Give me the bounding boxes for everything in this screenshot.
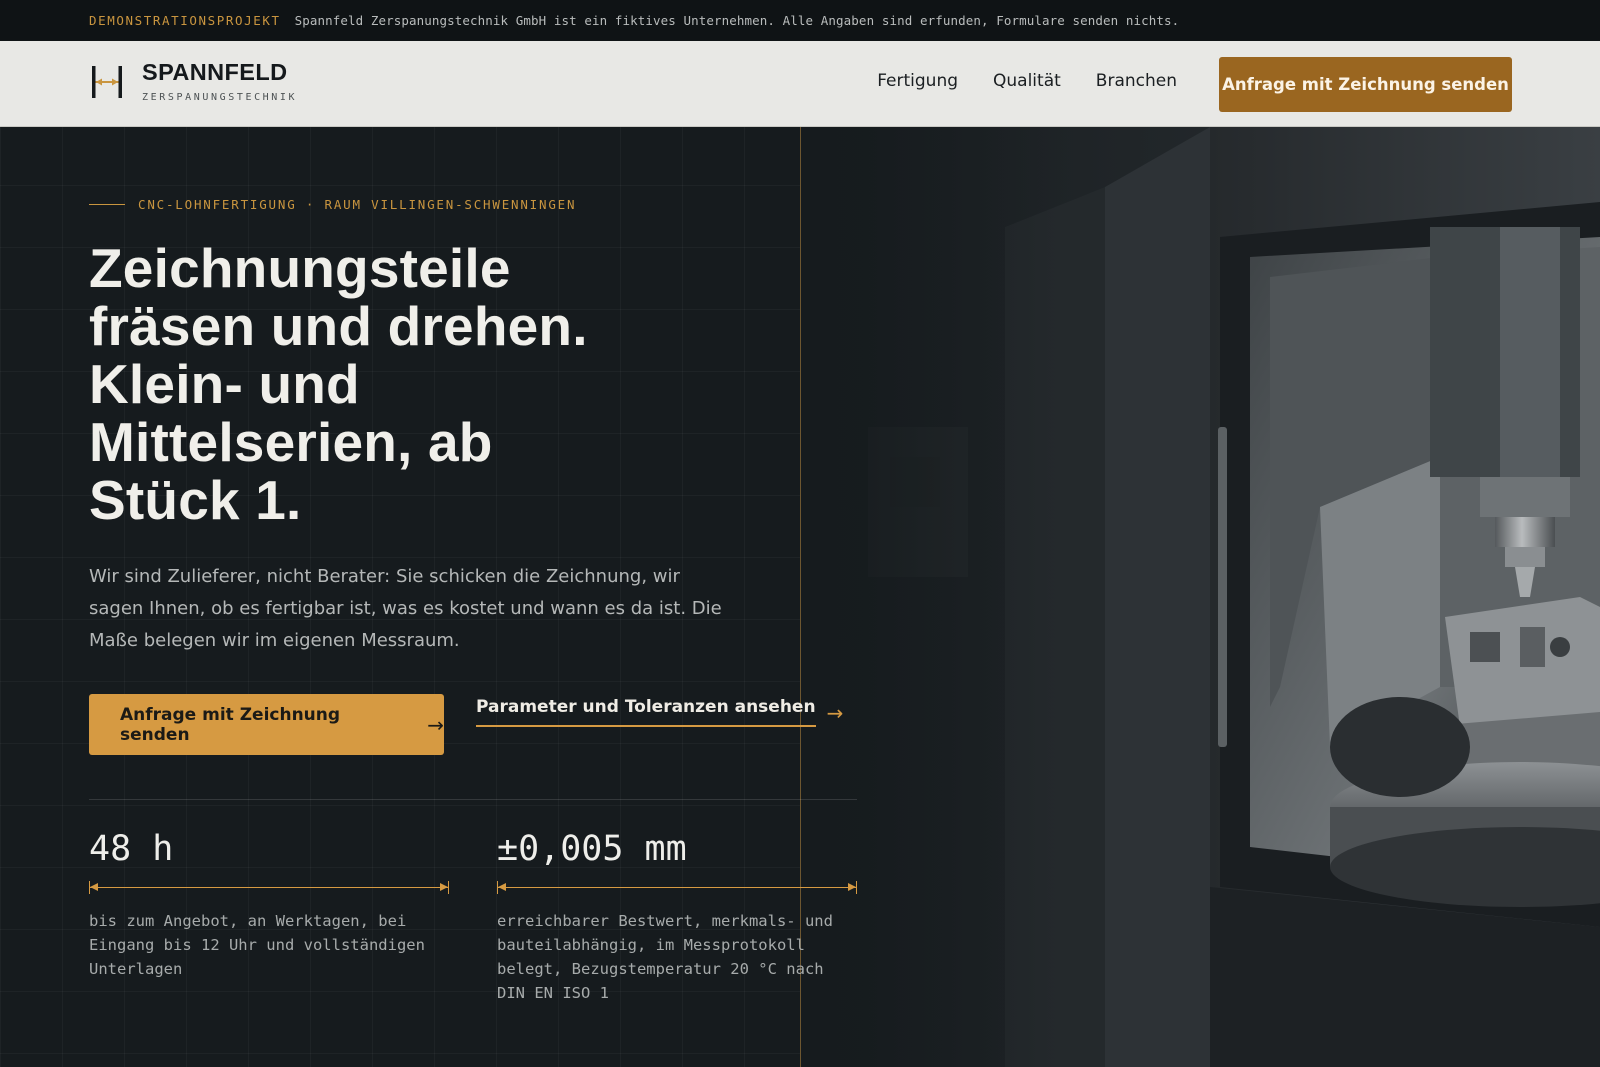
brand-subtitle: ZERSPANUNGSTECHNIK [142,91,298,103]
logo-clamp-icon [89,62,125,102]
cnc-machine-image [800,127,1600,1067]
parameters-link-label: Parameter und Toleranzen ansehen [476,697,816,727]
hero-request-button[interactable]: Anfrage mit Zeichnung senden → [89,694,444,755]
stat-lead-time: 48 h bis zum Angebot, an Werktagen, bei … [89,832,449,981]
nav-item-fertigung[interactable]: Fertigung [877,71,958,91]
stat-value: ±0,005 mm [497,829,687,869]
parameters-link[interactable]: Parameter und Toleranzen ansehen → [476,697,843,727]
stat-tolerance: ±0,005 mm erreichbarer Bestwert, merkmal… [497,832,857,1005]
hero-intro: Wir sind Zulieferer, nicht Berater: Sie … [89,566,722,651]
header-request-button[interactable]: Anfrage mit Zeichnung senden [1219,57,1512,112]
main-nav: Fertigung Qualität Branchen [877,71,1177,91]
headline-line: Zeichnungsteile [89,237,511,299]
stat-value: 48 h [89,829,174,869]
stat-description: erreichbarer Bestwert, merkmals- und bau… [497,912,833,1002]
logo[interactable]: SPANNFELD ZERSPANUNGSTECHNIK [89,59,298,103]
stat-description: bis zum Angebot, an Werktagen, bei Einga… [89,912,425,978]
stats-divider [89,799,857,800]
brand-name: SPANNFELD [142,59,288,85]
nav-item-qualitaet[interactable]: Qualität [993,71,1061,91]
headline-line: Stück 1. [89,469,302,531]
demo-note: Spannfeld Zerspanungstechnik GmbH ist ei… [294,13,1180,28]
hero-headline: Zeichnungsteile fräsen und drehen. Klein… [89,239,749,529]
dimension-line-icon [497,881,857,895]
headline-line: fräsen und drehen. [89,295,588,357]
headline-line: Mittelserien, ab [89,411,493,473]
hero-section: CNC-LOHNFERTIGUNG · RAUM VILLINGEN-SCHWE… [0,127,1600,1067]
arrow-right-icon: → [427,712,444,737]
site-header: SPANNFELD ZERSPANUNGSTECHNIK Fertigung Q… [0,41,1600,127]
arrow-right-icon: → [826,701,844,725]
kicker-text: CNC-LOHNFERTIGUNG · RAUM VILLINGEN-SCHWE… [138,197,577,212]
hero-kicker: CNC-LOHNFERTIGUNG · RAUM VILLINGEN-SCHWE… [89,197,576,212]
demo-tag: DEMONSTRATIONSPROJEKT [89,13,281,28]
headline-line: Klein- und [89,353,360,415]
nav-item-branchen[interactable]: Branchen [1096,71,1177,91]
demo-notice-bar: DEMONSTRATIONSPROJEKT Spannfeld Zerspanu… [0,0,1600,41]
hero-request-label: Anfrage mit Zeichnung senden [120,704,341,745]
dimension-line-icon [89,881,449,895]
